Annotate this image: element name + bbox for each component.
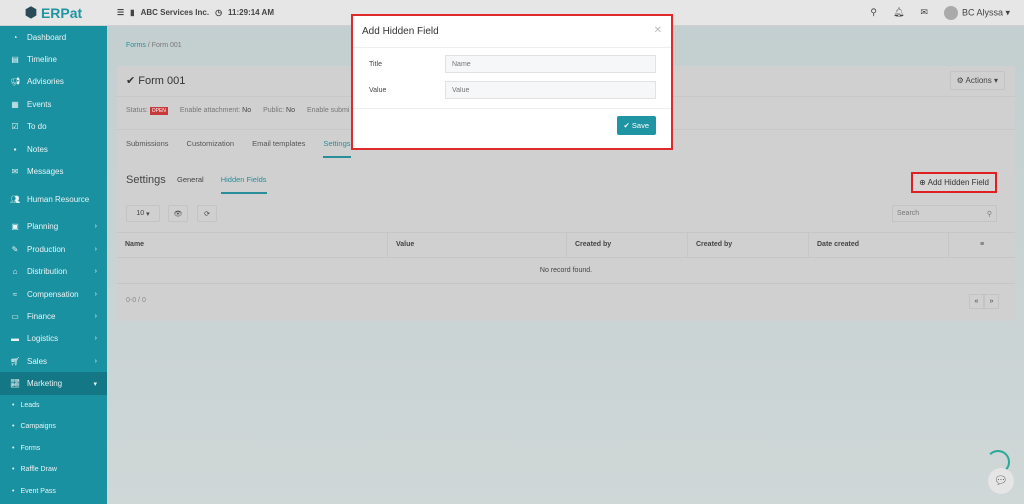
chevron-down-icon: ▾ <box>93 380 97 388</box>
tab-customization[interactable]: Customization <box>187 139 235 158</box>
settings-title: Settings <box>126 174 166 186</box>
column-menu-icon[interactable]: ≡ <box>949 233 1015 257</box>
search-icon: ⚲ <box>986 211 992 218</box>
page-title: ✔ Form 001 <box>126 75 186 87</box>
logo[interactable]: ⬢ ERPat <box>0 0 107 26</box>
close-icon[interactable]: ✕ <box>654 25 662 36</box>
envelope-icon: ✉ <box>11 167 19 177</box>
sidebar-item-production[interactable]: ✎ Production › <box>0 238 107 260</box>
value-input[interactable] <box>445 81 656 99</box>
sidebar-item-to-do[interactable]: ☑ To do <box>0 116 107 138</box>
sidebar-item-compensation[interactable]: ≈ Compensation › <box>0 283 107 305</box>
megaphone-icon: 📢︎ <box>10 77 21 87</box>
search-icon[interactable]: ⚲ <box>870 7 877 18</box>
breadcrumb: Forms / Form 001 <box>126 42 182 49</box>
menu-toggle-icon[interactable]: ☰ <box>117 8 124 17</box>
add-hidden-field-button[interactable]: ⊕ Add Hidden Field <box>911 172 997 193</box>
sidebar-item-human-resource[interactable]: 👥︎ Human Resource <box>0 183 107 216</box>
sidebar: ◔ Dashboard ▤ Timeline 📢︎ Advisories ▦ Events ☑ T… <box>0 26 107 504</box>
search-input[interactable]: Search ⚲ <box>892 205 997 222</box>
breadcrumb-current: Form 001 <box>151 42 182 49</box>
sidebar-subitem-leads[interactable]: Leads <box>0 394 107 417</box>
title-input[interactable] <box>445 55 656 73</box>
sidebar-item-finance[interactable]: ▭ Finance › <box>0 305 107 327</box>
subtab-hidden-fields[interactable]: Hidden Fields <box>220 175 267 194</box>
user-menu[interactable]: BC Alyssa ▾ <box>943 5 1010 20</box>
col-created-by[interactable]: Created by <box>567 233 688 257</box>
envelope-icon[interactable]: ✉ <box>920 7 928 18</box>
modal-title: Add Hidden Field <box>353 16 671 48</box>
chevron-right-icon: › <box>94 245 97 253</box>
col-name[interactable]: Name <box>117 233 388 257</box>
truck-icon: ▬ <box>11 334 19 344</box>
status-badge: OPEN <box>149 107 168 115</box>
timeline-icon: ▤ <box>11 55 19 65</box>
empty-message: No record found. <box>117 258 1015 284</box>
sidebar-item-marketing[interactable]: 📈︎ Marketing ▾ <box>0 372 107 395</box>
checkbox-icon: ☑ <box>11 122 19 132</box>
tab-email-templates[interactable]: Email templates <box>252 139 305 158</box>
table-header: Name Value Created by Created by Date cr… <box>117 232 1015 258</box>
clock-time: 11:29:14 AM <box>228 8 274 17</box>
breadcrumb-forms[interactable]: Forms <box>126 42 146 49</box>
sidebar-item-timeline[interactable]: ▤ Timeline <box>0 48 107 70</box>
actions-button[interactable]: ⚙ Actions ▾ <box>949 71 1005 90</box>
chevron-right-icon: › <box>94 335 97 343</box>
chevron-right-icon: › <box>94 312 97 320</box>
clock-icon: ◷ <box>215 8 223 17</box>
sidebar-subitem-event-pass[interactable]: Event Pass <box>0 480 107 502</box>
tab-submissions[interactable]: Submissions <box>126 139 169 158</box>
eye-icon[interactable]: 👁︎ <box>168 205 188 222</box>
check-circle-icon: ✔ <box>126 75 136 87</box>
sidebar-item-messages[interactable]: ✉ Messages <box>0 160 107 182</box>
title-label: Title <box>369 60 382 68</box>
add-hidden-field-modal: Add Hidden Field ✕ Title Value ✔ Save <box>351 14 673 150</box>
chevron-right-icon: › <box>94 223 97 231</box>
chevron-right-icon: › <box>94 290 97 298</box>
planning-icon: ▣ <box>11 222 19 232</box>
calendar-icon: ▦ <box>11 99 19 109</box>
sidebar-item-planning[interactable]: ▣ Planning › <box>0 216 107 238</box>
pagination-info: 0-0 / 0 <box>126 297 146 304</box>
cart-icon: 🛒︎ <box>10 356 21 366</box>
money-icon: ≈ <box>12 289 18 299</box>
sidebar-item-logistics[interactable]: ▬ Logistics › <box>0 328 107 350</box>
sidebar-item-events[interactable]: ▦ Events <box>0 93 107 115</box>
bank-icon: ⌂ <box>12 267 18 277</box>
sidebar-item-dashboard[interactable]: ◔ Dashboard <box>0 26 107 48</box>
avatar <box>943 5 958 20</box>
sidebar-item-notes[interactable]: ▪ Notes <box>0 138 107 160</box>
sidebar-item-distribution[interactable]: ⌂ Distribution › <box>0 261 107 283</box>
sidebar-subitem-raffle-draw[interactable]: Raffle Draw <box>0 459 107 481</box>
note-icon: ▪ <box>13 144 17 154</box>
prev-page-button[interactable]: « <box>969 294 984 309</box>
production-icon: ✎ <box>11 244 19 254</box>
col-value[interactable]: Value <box>388 233 567 257</box>
save-button[interactable]: ✔ Save <box>616 116 656 135</box>
value-label: Value <box>369 86 387 94</box>
chat-icon[interactable]: 💬︎ <box>988 468 1014 494</box>
users-icon: 👥︎ <box>10 194 21 204</box>
chart-icon: 📈︎ <box>10 379 21 389</box>
subtab-general[interactable]: General <box>177 175 204 194</box>
settings-card: Settings General Hidden Fields ⊕ Add Hid… <box>117 166 1015 321</box>
tab-settings[interactable]: Settings <box>323 139 351 158</box>
finance-icon: ▭ <box>11 311 19 321</box>
col-created-by-2[interactable]: Created by <box>688 233 809 257</box>
next-page-button[interactable]: » <box>984 294 999 309</box>
chevron-right-icon: › <box>94 268 97 276</box>
page-size-select[interactable]: 10 ▾ <box>126 205 160 222</box>
sidebar-item-advisories[interactable]: 📢︎ Advisories <box>0 71 107 93</box>
building-icon: ▮ <box>130 8 135 17</box>
dashboard-icon: ◔ <box>12 32 18 42</box>
refresh-icon[interactable]: ⟳ <box>197 205 217 222</box>
sidebar-subitem-forms[interactable]: Forms <box>0 437 107 460</box>
sidebar-subitem-campaigns[interactable]: Campaigns <box>0 416 107 438</box>
col-date-created[interactable]: Date created <box>809 233 949 257</box>
company-name[interactable]: ABC Services Inc. <box>141 8 209 17</box>
chevron-right-icon: › <box>94 357 97 365</box>
sidebar-item-sales[interactable]: 🛒︎ Sales › <box>0 350 107 372</box>
bell-icon[interactable]: 🔔︎ <box>893 7 904 18</box>
